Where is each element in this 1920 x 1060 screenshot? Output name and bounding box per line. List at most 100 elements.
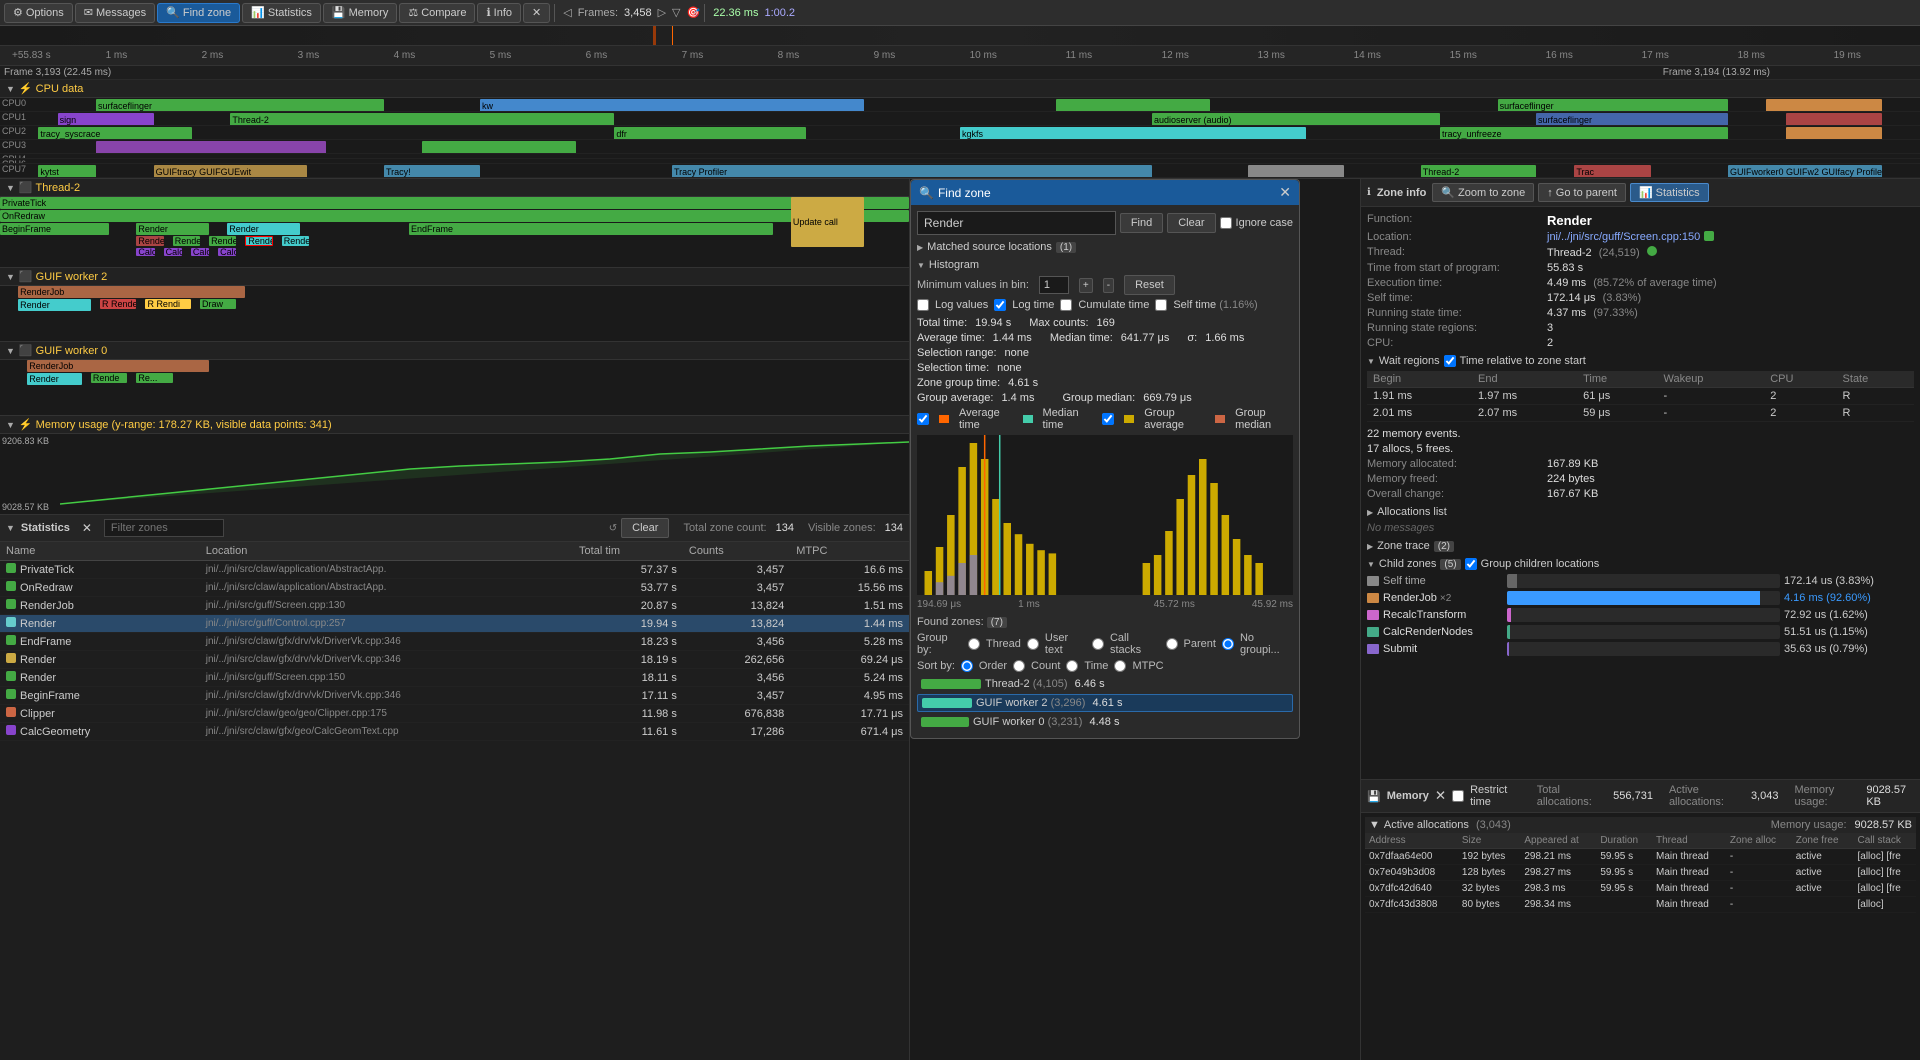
render-block1[interactable]: Render bbox=[136, 223, 209, 235]
group-callstacks[interactable] bbox=[1092, 638, 1104, 650]
mp-col-callstack[interactable]: Call stack bbox=[1854, 833, 1917, 849]
log-values-check[interactable] bbox=[917, 299, 929, 311]
stats-row-5[interactable]: Render jni/../jni/src/claw/gfx/drv/vk/Dr… bbox=[0, 651, 909, 669]
group-children-check[interactable] bbox=[1465, 558, 1477, 570]
col-mtpc[interactable]: MTPC bbox=[790, 542, 909, 561]
col-begin[interactable]: Begin bbox=[1367, 371, 1472, 388]
mp-col-address[interactable]: Address bbox=[1365, 833, 1458, 849]
calcgeo4[interactable]: CalcGeo bbox=[218, 248, 236, 256]
info-toolbar-button[interactable]: ℹ Info bbox=[477, 3, 521, 23]
thread2-tracks[interactable]: PrivateTick OnRedraw BeginFrame Render R… bbox=[0, 197, 909, 267]
guif-worker0-header[interactable]: ▼ ⬛ GUIF worker 0 bbox=[0, 342, 909, 360]
min-values-plus[interactable]: + bbox=[1079, 278, 1093, 293]
stats-row-7[interactable]: BeginFrame jni/../jni/src/claw/gfx/drv/v… bbox=[0, 687, 909, 705]
zoom-to-zone-button[interactable]: 🔍 Zoom to zone bbox=[1432, 183, 1534, 202]
reset-button[interactable]: Reset bbox=[1124, 275, 1175, 295]
guif2-tracks[interactable]: RenderJob Render R Rende R Rendi Draw bbox=[0, 286, 909, 341]
render2-sub3[interactable]: R Rendi bbox=[145, 299, 190, 309]
sort-count[interactable] bbox=[1013, 660, 1025, 672]
settings-button[interactable]: ✕ bbox=[523, 3, 550, 23]
stats-row-2[interactable]: RenderJob jni/../jni/src/guff/Screen.cpp… bbox=[0, 597, 909, 615]
col-total-time[interactable]: Total tim bbox=[573, 542, 683, 561]
memory-toolbar-button[interactable]: 💾 Memory bbox=[323, 3, 397, 23]
guif0-group-item[interactable]: GUIF worker 0 (3,231) 4.48 s bbox=[917, 714, 1293, 730]
endframe-block[interactable]: EndFrame bbox=[409, 223, 773, 235]
render-sub4[interactable]: RenderJob bbox=[282, 236, 309, 246]
mem-row-0[interactable]: 0x7dfaa64e00192 bytes298.21 ms59.95 sMai… bbox=[1365, 849, 1916, 865]
col-cpu[interactable]: CPU bbox=[1764, 371, 1836, 388]
stats-row-8[interactable]: Clipper jni/../jni/src/claw/geo/geo/Clip… bbox=[0, 705, 909, 723]
find-zone-find-button[interactable]: Find bbox=[1120, 213, 1163, 233]
stats-row-6[interactable]: Render jni/../jni/src/guff/Screen.cpp:15… bbox=[0, 669, 909, 687]
mp-col-appeared[interactable]: Appeared at bbox=[1520, 833, 1596, 849]
find-zone-clear-button[interactable]: Clear bbox=[1167, 213, 1215, 233]
mp-col-duration[interactable]: Duration bbox=[1596, 833, 1652, 849]
zone-trace-header[interactable]: ▶ Zone trace (2) bbox=[1367, 540, 1914, 552]
render-sub3[interactable]: Rende bbox=[209, 236, 236, 246]
calcgeo3[interactable]: CalcGeom bbox=[191, 248, 209, 256]
go-to-parent-button[interactable]: ↑ Go to parent bbox=[1538, 183, 1626, 202]
restrict-time-check[interactable] bbox=[1452, 790, 1464, 802]
options-button[interactable]: ⚙ Options bbox=[4, 3, 73, 23]
render-sub2[interactable]: Render bbox=[173, 236, 200, 246]
sort-mtpc[interactable] bbox=[1114, 660, 1126, 672]
memory-usage-header[interactable]: ▼ ⚡ Memory usage (y-range: 178.27 KB, vi… bbox=[0, 416, 909, 434]
cumulate-check[interactable] bbox=[1060, 299, 1072, 311]
stats-filter[interactable] bbox=[104, 519, 599, 537]
frame-target[interactable]: 🎯 bbox=[687, 6, 701, 19]
stats-row-3[interactable]: Render jni/../jni/src/guff/Control.cpp:2… bbox=[0, 615, 909, 633]
alloc-list-header[interactable]: ▶ Allocations list bbox=[1367, 506, 1914, 518]
col-wakeup[interactable]: Wakeup bbox=[1657, 371, 1764, 388]
mem-row-2[interactable]: 0x7dfc42d64032 bytes298.3 ms59.95 sMain … bbox=[1365, 881, 1916, 897]
private-tick-block[interactable]: PrivateTick bbox=[0, 197, 909, 209]
cpu-data-header[interactable]: ▼ ⚡ CPU data bbox=[0, 80, 1920, 98]
render-sub-selected[interactable]: Render bbox=[245, 236, 272, 246]
child-zones-header[interactable]: ▼ Child zones (5) Group children locatio… bbox=[1367, 558, 1914, 570]
update-call[interactable]: Update call bbox=[791, 197, 864, 247]
min-values-input[interactable]: 1 bbox=[1039, 276, 1069, 294]
mem-row-3[interactable]: 0x7dfc43d380880 bytes298.34 msMain threa… bbox=[1365, 897, 1916, 913]
render2-sub2[interactable]: R Rende bbox=[100, 299, 136, 309]
group-thread[interactable] bbox=[968, 638, 980, 650]
zone-statistics-button[interactable]: 📊 Statistics bbox=[1630, 183, 1709, 202]
col-name[interactable]: Name bbox=[0, 542, 200, 561]
render2-sub1[interactable]: Render bbox=[18, 299, 91, 311]
guif-worker2-header[interactable]: ▼ ⬛ GUIF worker 2 bbox=[0, 268, 909, 286]
thread2-header[interactable]: ▼ ⬛ Thread-2 bbox=[0, 179, 909, 197]
col-state[interactable]: State bbox=[1837, 371, 1914, 388]
guif2-group-item[interactable]: GUIF worker 2 (3,296) 4.61 s bbox=[917, 694, 1293, 712]
find-zone-header[interactable]: 🔍 Find zone ✕ bbox=[911, 180, 1299, 205]
self-time-check[interactable] bbox=[1155, 299, 1167, 311]
guif0-tracks[interactable]: RenderJob Render Rende Re... bbox=[0, 360, 909, 415]
col-time[interactable]: Time bbox=[1577, 371, 1657, 388]
render0-sub2[interactable]: Rende bbox=[91, 373, 127, 383]
calcgeo2[interactable]: CalcGe bbox=[164, 248, 182, 256]
mp-col-size[interactable]: Size bbox=[1458, 833, 1520, 849]
mem-panel-close[interactable]: ✕ bbox=[1435, 788, 1446, 804]
group-none[interactable] bbox=[1222, 638, 1234, 650]
stats-row-0[interactable]: PrivateTick jni/../jni/src/claw/applicat… bbox=[0, 561, 909, 579]
stats-clear-button[interactable]: Clear bbox=[621, 518, 669, 538]
mp-col-thread[interactable]: Thread bbox=[1652, 833, 1726, 849]
render2-sub4[interactable]: Draw bbox=[200, 299, 236, 309]
find-zone-button[interactable]: 🔍 Find zone bbox=[157, 3, 240, 23]
find-zone-input[interactable] bbox=[917, 211, 1116, 235]
render-block2[interactable]: Render bbox=[227, 223, 300, 235]
render0-sub3[interactable]: Re... bbox=[136, 373, 172, 383]
time-relative-check[interactable] bbox=[1444, 355, 1456, 367]
sort-order[interactable] bbox=[961, 660, 973, 672]
histogram-chart[interactable] bbox=[917, 435, 1293, 595]
group-parent[interactable] bbox=[1166, 638, 1178, 650]
mp-col-zone-alloc[interactable]: Zone alloc bbox=[1726, 833, 1792, 849]
log-time-check[interactable] bbox=[994, 299, 1006, 311]
compare-button[interactable]: ⚖ Compare bbox=[399, 3, 475, 23]
render0-sub1[interactable]: Render bbox=[27, 373, 82, 385]
find-zone-close-button[interactable]: ✕ bbox=[1279, 184, 1291, 201]
render-sub1[interactable]: Rende bbox=[136, 236, 163, 246]
group-user[interactable] bbox=[1027, 638, 1039, 650]
frames-next[interactable]: ▷ bbox=[658, 6, 666, 19]
mini-timeline[interactable] bbox=[0, 26, 1920, 46]
group-avg-check[interactable] bbox=[1102, 413, 1114, 425]
col-end[interactable]: End bbox=[1472, 371, 1577, 388]
mem-row-1[interactable]: 0x7e049b3d08128 bytes298.27 ms59.95 sMai… bbox=[1365, 865, 1916, 881]
